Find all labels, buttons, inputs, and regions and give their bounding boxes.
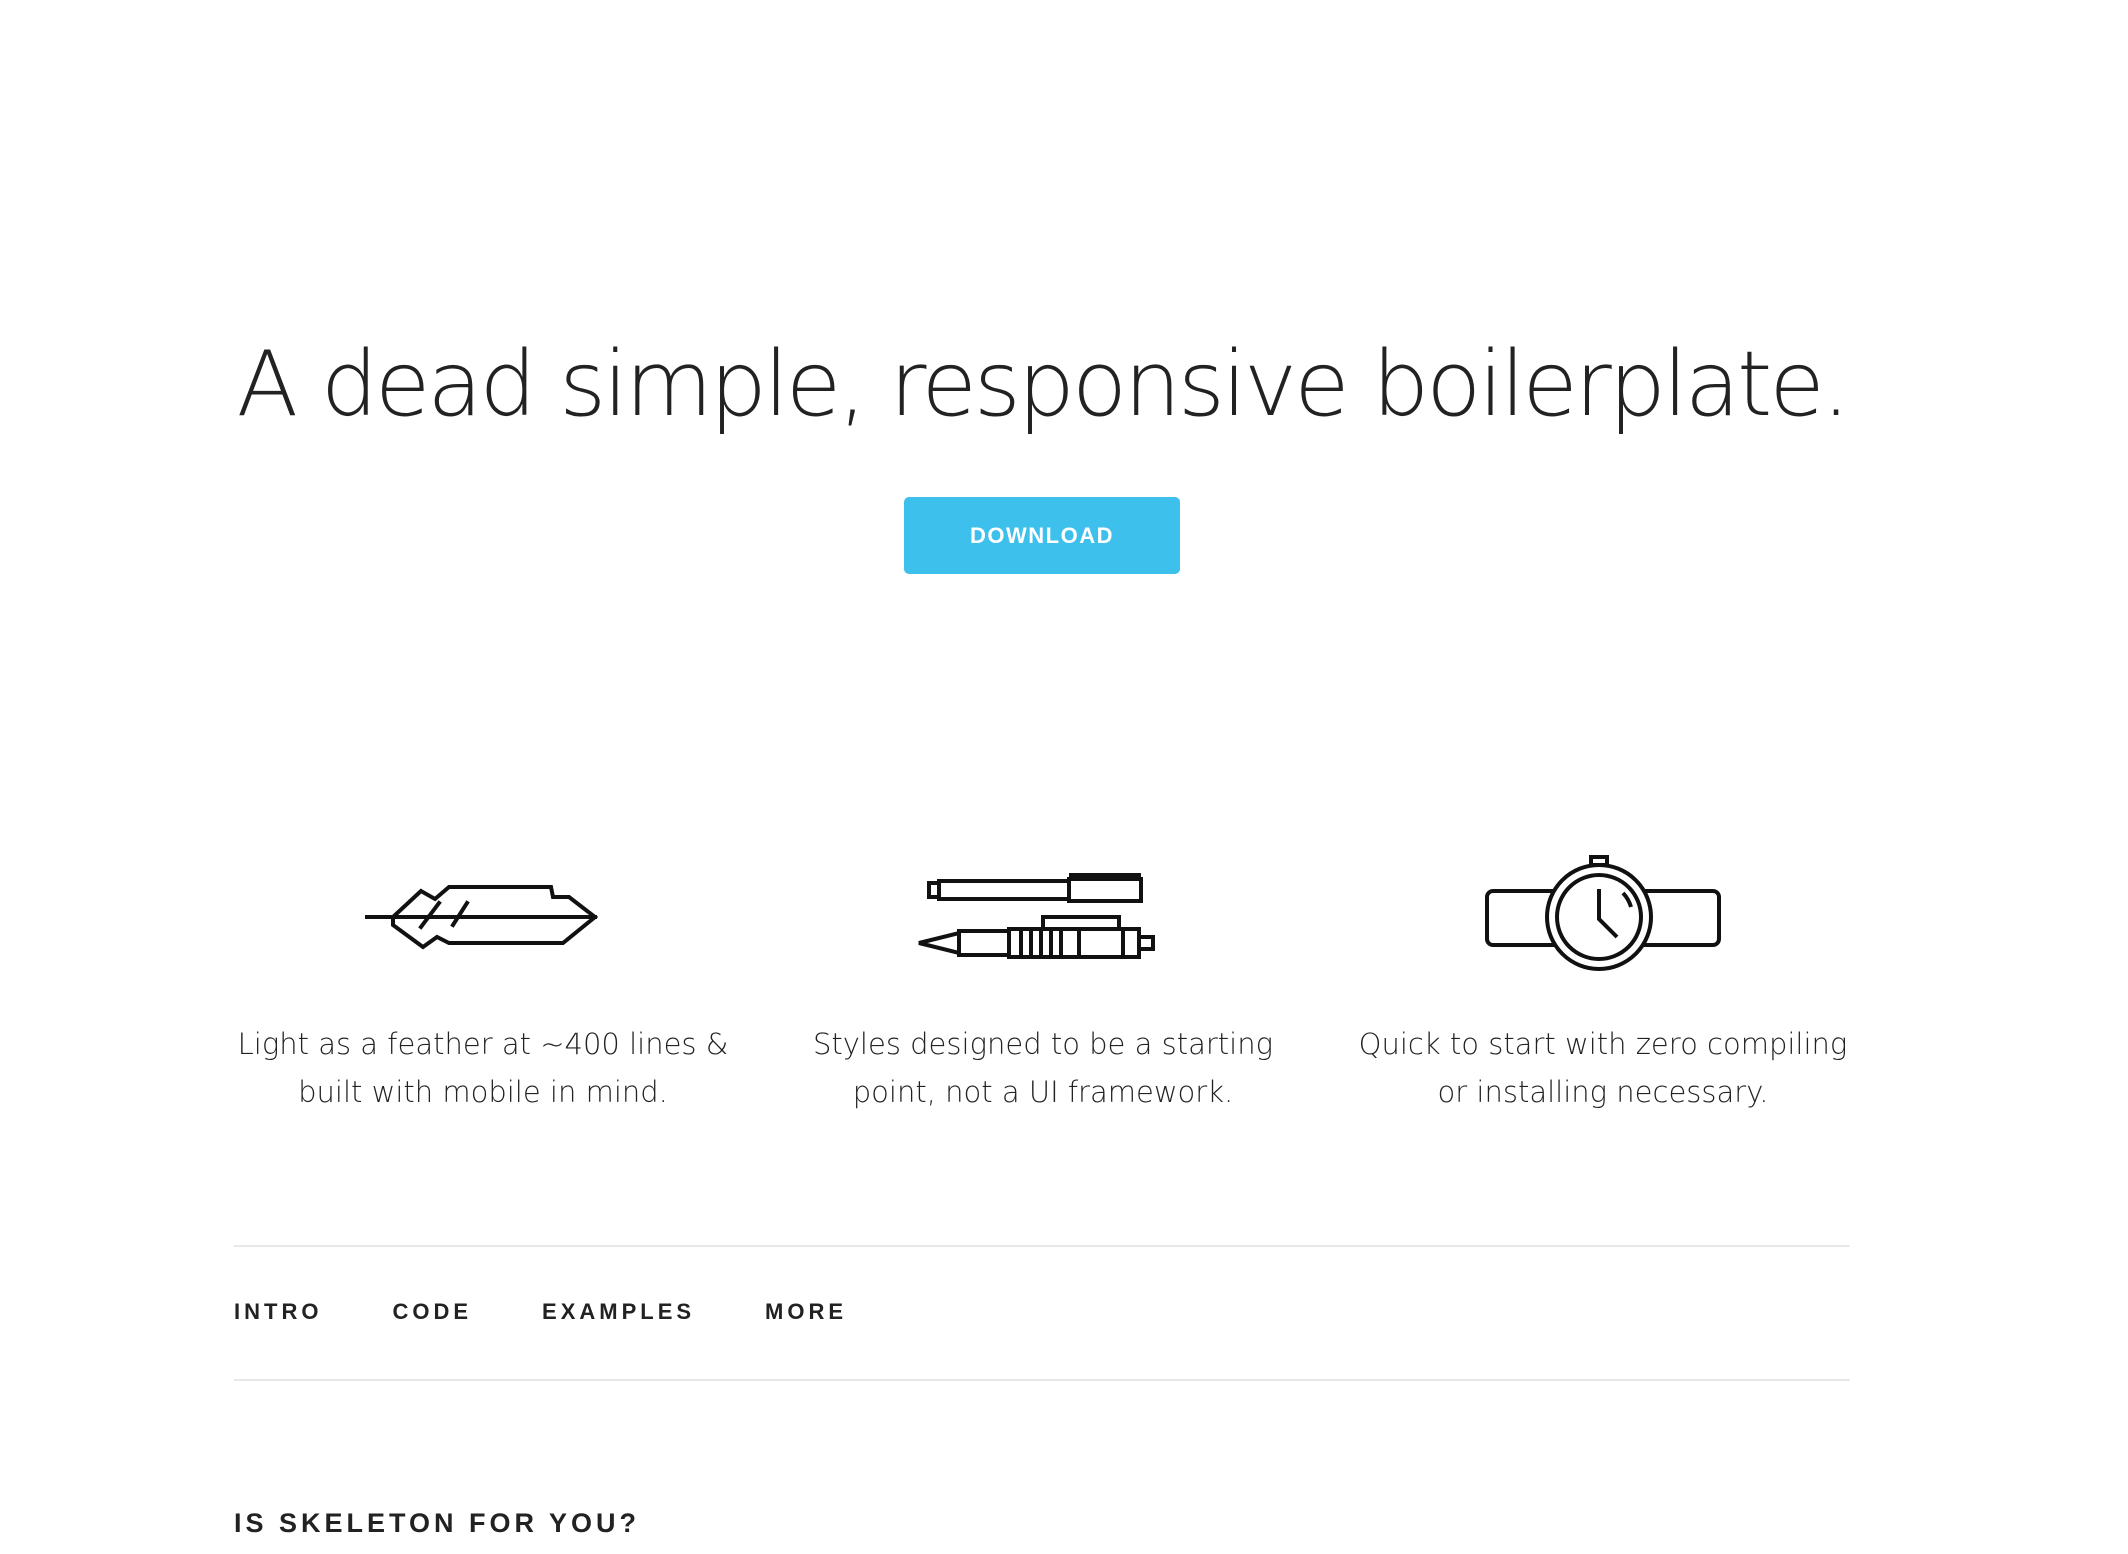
feature-text-line2: or installing necessary. xyxy=(1437,1075,1769,1109)
feature-starting-point: Styles designed to be a starting point, … xyxy=(763,855,1323,1116)
nav-item-examples[interactable]: EXAMPLES xyxy=(542,1297,695,1327)
feature-text-line1: Styles designed to be a starting xyxy=(812,1027,1273,1061)
pens-icon xyxy=(918,873,1155,959)
hero-heading: A dead simple, responsive boilerplate. xyxy=(236,332,1851,437)
divider xyxy=(234,1245,1850,1247)
feature-lightweight: Light as a feather at ~400 lines & built… xyxy=(203,855,763,1116)
download-button[interactable]: DOWNLOAD xyxy=(904,497,1180,574)
watch-icon xyxy=(1485,855,1721,971)
feature-text-line1: Light as a feather at ~400 lines & xyxy=(237,1027,729,1061)
section-nav: INTRO CODE EXAMPLES MORE xyxy=(234,1297,917,1327)
feature-text: Styles designed to be a starting point, … xyxy=(763,1020,1323,1116)
divider xyxy=(234,1379,1850,1381)
nav-item-intro[interactable]: INTRO xyxy=(234,1297,322,1327)
feature-text: Quick to start with zero compiling or in… xyxy=(1323,1020,1883,1116)
feature-text: Light as a feather at ~400 lines & built… xyxy=(203,1020,763,1116)
feature-text-line2: point, not a UI framework. xyxy=(852,1075,1234,1109)
feature-text-line2: built with mobile in mind. xyxy=(298,1075,668,1109)
nav-item-more[interactable]: MORE xyxy=(765,1297,847,1327)
section-heading: IS SKELETON FOR YOU? xyxy=(234,1508,641,1538)
page: A dead simple, responsive boilerplate. D… xyxy=(0,0,2128,1554)
nav-item-code[interactable]: CODE xyxy=(392,1297,472,1327)
feather-icon xyxy=(365,885,599,950)
feature-quick-start: Quick to start with zero compiling or in… xyxy=(1323,855,1883,1116)
feature-text-line1: Quick to start with zero compiling xyxy=(1358,1027,1848,1061)
